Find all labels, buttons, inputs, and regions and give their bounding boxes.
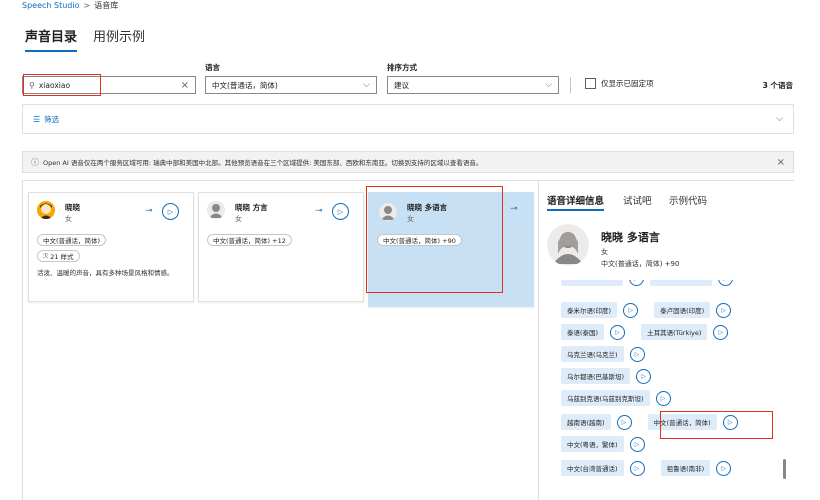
chevron-down-icon[interactable]: ⌵ bbox=[776, 114, 783, 124]
locale-highlight-box bbox=[660, 411, 773, 439]
pinned-only-checkbox[interactable]: 仅显示已固定项 bbox=[585, 78, 654, 89]
notice-text: Open AI 语音仅在两个服务区域可用: 瑞典中部和美国中北部。其他预览语音在… bbox=[43, 159, 483, 167]
voice-card[interactable]: 晓晓 女 ⊸ ▷ 中文(普通话，简体) ℛ 21 样式 活泼、温暖的声音，具有多种… bbox=[28, 192, 194, 302]
tab-try-it[interactable]: 试试吧 bbox=[623, 193, 652, 207]
locale-row: 乌克兰语(乌克兰) ▷ bbox=[561, 346, 645, 362]
chevron-down-icon: ⌵ bbox=[363, 80, 370, 90]
region-notice: ⓘ Open AI 语音仅在两个服务区域可用: 瑞典中部和美国中北部。其他预览语… bbox=[22, 151, 794, 173]
tab-voice-gallery[interactable]: 声音目录 bbox=[25, 26, 78, 52]
pin-icon[interactable]: ⊸ bbox=[315, 206, 323, 216]
play-icon[interactable]: ▷ bbox=[636, 368, 652, 384]
locale-chip: 乌尔都语(巴基斯坦) bbox=[561, 368, 631, 384]
locale-chip: 乌克兰语(乌克兰) bbox=[561, 346, 624, 362]
play-icon[interactable]: ▷ bbox=[332, 203, 349, 220]
play-icon[interactable]: ▷ bbox=[716, 460, 732, 476]
locale-chip bbox=[561, 280, 623, 286]
voice-description: 活泼、温暖的声音，具有多种场景风格和情感。 bbox=[37, 269, 174, 277]
detail-voice-name: 晓晓 多语言 bbox=[601, 231, 660, 244]
locale-pill: 中文(普通话，简体) bbox=[37, 234, 107, 246]
tab-sample-code[interactable]: 示例代码 bbox=[669, 193, 707, 207]
detail-voice-gender: 女 bbox=[601, 248, 608, 256]
avatar bbox=[37, 201, 55, 219]
filter-bar[interactable]: ☰ 筛选 ⌵ bbox=[22, 104, 794, 134]
info-icon: ⓘ bbox=[31, 157, 39, 167]
locale-row: 泰米尔语(印度) ▷ 泰卢固语(印度) ▷ bbox=[561, 302, 732, 318]
pinned-only-label: 仅显示已固定项 bbox=[601, 79, 654, 88]
play-icon[interactable]: ▷ bbox=[716, 302, 732, 318]
locale-row-partial: ▷ ▷ bbox=[561, 280, 733, 286]
styles-count: 21 样式 bbox=[50, 253, 74, 261]
play-icon[interactable]: ▷ bbox=[629, 436, 645, 452]
avatar bbox=[207, 201, 225, 219]
divider bbox=[570, 77, 571, 93]
voice-gender: 女 bbox=[235, 215, 242, 223]
locale-chip: 乌兹别克语(乌兹别克斯坦) bbox=[561, 390, 650, 406]
close-icon[interactable]: × bbox=[777, 157, 785, 168]
play-icon[interactable]: ▷ bbox=[616, 414, 632, 430]
voice-detail-panel: 语音详细信息 试试吧 示例代码 晓晓 多语言 女 中文(普通话，简体) +90 … bbox=[538, 181, 794, 500]
play-icon[interactable]: ▷ bbox=[713, 324, 729, 340]
tab-use-cases[interactable]: 用例示例 bbox=[93, 26, 145, 45]
locale-row: 泰语(泰国) ▷ 土耳其语(Türkiye) ▷ bbox=[561, 324, 729, 340]
sort-select[interactable]: 建议 ⌵ bbox=[387, 76, 559, 94]
styles-icon: ℛ bbox=[43, 252, 49, 260]
language-select-value: 中文(普通话，简体) bbox=[212, 80, 278, 90]
voice-name: 晓晓 bbox=[65, 203, 80, 212]
locale-chip: 祖鲁语(南非) bbox=[660, 460, 711, 476]
locale-chip: 土耳其语(Türkiye) bbox=[641, 324, 708, 340]
play-icon[interactable]: ▷ bbox=[629, 280, 644, 286]
language-label: 语言 bbox=[205, 63, 220, 72]
voice-name: 晓晓 方言 bbox=[235, 203, 268, 212]
locale-row: 乌兹别克语(乌兹别克斯坦) ▷ bbox=[561, 390, 671, 406]
result-count: 3 个语音 bbox=[762, 81, 793, 90]
filter-label: 筛选 bbox=[44, 114, 60, 124]
locale-row: 中文(粤语，繁体) ▷ bbox=[561, 436, 645, 452]
sort-select-value: 建议 bbox=[394, 80, 409, 90]
play-icon[interactable]: ▷ bbox=[718, 280, 733, 286]
filter-icon: ☰ bbox=[33, 114, 41, 124]
locale-chip: 中文(台湾普通话) bbox=[561, 460, 624, 476]
checkbox-box[interactable] bbox=[585, 78, 596, 89]
locale-chip: 泰米尔语(印度) bbox=[561, 302, 618, 318]
scrollbar[interactable] bbox=[783, 459, 786, 479]
sort-label: 排序方式 bbox=[387, 63, 417, 72]
styles-pill: ℛ 21 样式 bbox=[37, 250, 80, 262]
locale-chip: 中文(粤语，繁体) bbox=[561, 436, 624, 452]
breadcrumb-root-link[interactable]: Speech Studio bbox=[22, 1, 80, 10]
chevron-down-icon: ⌵ bbox=[545, 80, 552, 90]
pin-icon[interactable]: ⊸ bbox=[145, 206, 153, 216]
play-icon[interactable]: ▷ bbox=[629, 346, 645, 362]
play-icon[interactable]: ▷ bbox=[162, 203, 179, 220]
play-icon[interactable]: ▷ bbox=[629, 460, 645, 476]
play-icon[interactable]: ▷ bbox=[610, 324, 626, 340]
play-icon[interactable]: ▷ bbox=[623, 302, 639, 318]
locale-chip bbox=[650, 280, 712, 286]
search-highlight-box bbox=[23, 74, 101, 96]
pin-icon[interactable]: ⊸ bbox=[510, 204, 518, 214]
voice-card[interactable]: 晓晓 方言 女 ⊸ ▷ 中文(普通话，简体) +12 bbox=[198, 192, 364, 302]
locale-row: 中文(台湾普通话) ▷ 祖鲁语(南非) ▷ bbox=[561, 460, 732, 476]
language-select[interactable]: 中文(普通话，简体) ⌵ bbox=[205, 76, 377, 94]
breadcrumb-separator: > bbox=[83, 1, 91, 10]
breadcrumb-current: 语音库 bbox=[94, 1, 119, 10]
tab-voice-details[interactable]: 语音详细信息 bbox=[547, 193, 605, 211]
breadcrumb: Speech Studio > 语音库 bbox=[22, 0, 118, 11]
play-icon[interactable]: ▷ bbox=[655, 390, 671, 406]
locale-chip: 越南语(越南) bbox=[561, 414, 611, 430]
close-icon[interactable]: × bbox=[181, 80, 189, 91]
locale-pill: 中文(普通话，简体) +12 bbox=[207, 234, 292, 246]
locale-row: 乌尔都语(巴基斯坦) ▷ bbox=[561, 368, 652, 384]
detail-voice-locale: 中文(普通话，简体) +90 bbox=[601, 260, 680, 268]
voice-gender: 女 bbox=[65, 215, 72, 223]
locale-chip: 泰卢固语(印度) bbox=[654, 302, 711, 318]
locale-chip: 泰语(泰国) bbox=[561, 324, 605, 340]
avatar bbox=[547, 224, 589, 266]
selected-card-highlight-box bbox=[366, 186, 503, 293]
